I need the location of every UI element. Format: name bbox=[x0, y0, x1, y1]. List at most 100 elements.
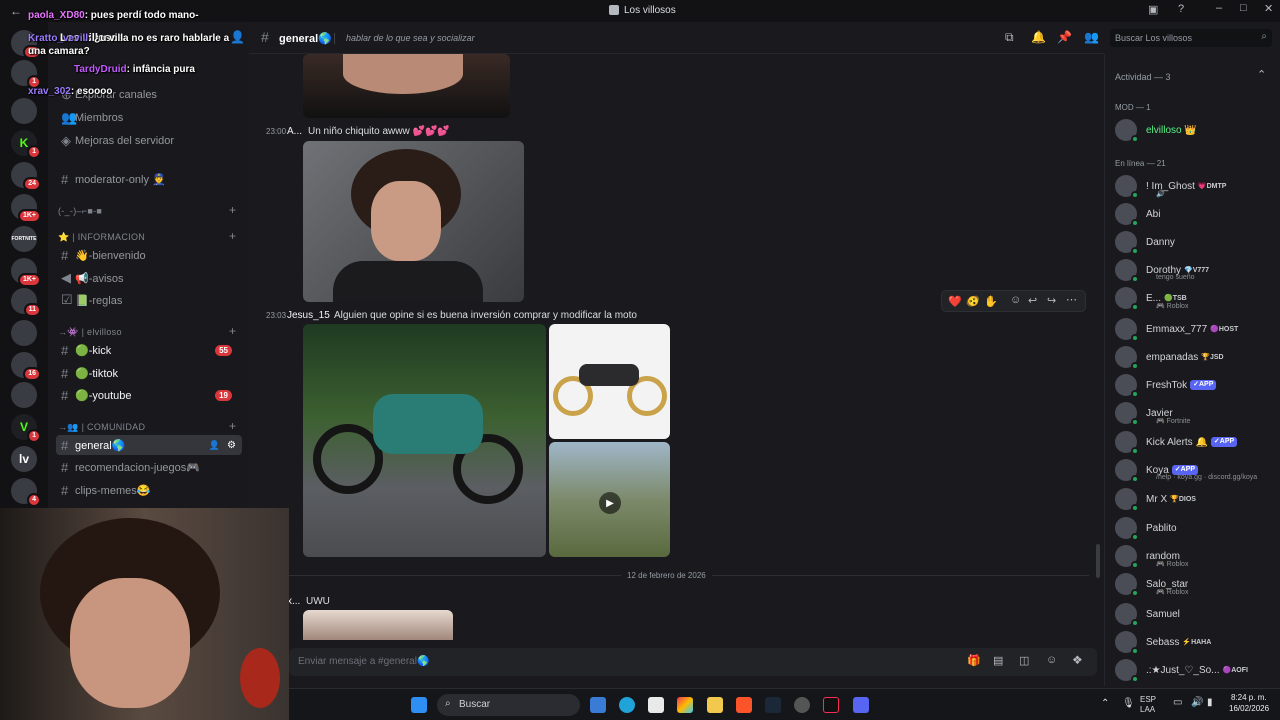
member-item[interactable]: Kick Alerts 🔔 ✓APP bbox=[1115, 429, 1280, 455]
member-item[interactable]: elvilloso 👑 bbox=[1115, 117, 1280, 143]
category-comunidad[interactable]: →👥 | COMUNIDAD bbox=[58, 422, 145, 433]
server-icon[interactable]: V1 bbox=[11, 414, 41, 443]
message-author[interactable]: Jesus_15 bbox=[287, 310, 330, 321]
message-image-moto-white[interactable] bbox=[549, 324, 670, 439]
category-elvilloso[interactable]: →👾 | elvilloso bbox=[58, 327, 122, 338]
reply-icon[interactable]: ↩ bbox=[1028, 294, 1037, 307]
server-icon[interactable]: K1 bbox=[11, 130, 41, 159]
maximize-icon[interactable]: □ bbox=[1240, 2, 1247, 14]
server-icon[interactable]: 4 bbox=[11, 478, 41, 507]
brave-icon[interactable] bbox=[736, 697, 752, 713]
server-icon[interactable] bbox=[11, 382, 37, 408]
channel-reglas[interactable]: ☑ 📗-reglas bbox=[56, 290, 242, 310]
category-header[interactable]: (-_-)–⌐■-■ bbox=[58, 206, 102, 216]
reaction-heart[interactable]: ❤️ bbox=[948, 295, 962, 308]
member-item[interactable]: Mr X 🏆DIOS bbox=[1115, 486, 1280, 512]
member-item[interactable]: .:★Just_♡_So... 🟣AOFI bbox=[1115, 657, 1280, 683]
office-icon[interactable] bbox=[677, 697, 693, 713]
channel-clips-memes[interactable]: # clips-memes😂 bbox=[56, 480, 242, 500]
gif-icon[interactable]: ▤ bbox=[993, 654, 1003, 667]
server-icon[interactable]: 16 bbox=[11, 352, 41, 381]
nav-server-boost[interactable]: ◈ Mejoras del servidor bbox=[56, 131, 242, 151]
scrollbar-thumb[interactable] bbox=[1096, 544, 1100, 578]
server-icon[interactable]: 11 bbox=[11, 288, 41, 317]
message-composer[interactable]: Enviar mensaje a #general🌎 🎁 ▤ ◫ ☺ ❖ bbox=[289, 648, 1097, 676]
edge-icon[interactable] bbox=[619, 697, 635, 713]
help-icon[interactable]: ? bbox=[1178, 3, 1184, 15]
members-list-icon[interactable]: 👥 bbox=[1084, 30, 1099, 44]
server-icon[interactable] bbox=[11, 320, 37, 346]
member-item[interactable]: FreshTok ✓APP bbox=[1115, 372, 1280, 398]
message-author[interactable]: A... bbox=[287, 126, 302, 137]
member-item[interactable]: Sebass ⚡HAHA bbox=[1115, 629, 1280, 655]
member-item[interactable]: Javier 🎮 Fortnite bbox=[1115, 400, 1280, 426]
folder-icon[interactable] bbox=[707, 697, 723, 713]
nav-members[interactable]: 👥 Miembros bbox=[56, 108, 242, 128]
server-icon[interactable]: 1K+ bbox=[11, 194, 41, 223]
add-channel-icon[interactable]: + bbox=[229, 324, 236, 338]
member-item[interactable]: random 🎮 Roblox bbox=[1115, 543, 1280, 569]
volume-icon[interactable]: 🔊 bbox=[1191, 697, 1203, 708]
channel-topic[interactable]: hablar de lo que sea y socializar bbox=[346, 33, 475, 43]
channel-bienvenido[interactable]: # 👋-bienvenido bbox=[56, 245, 242, 265]
member-item[interactable]: empanadas 🏆JSD bbox=[1115, 344, 1280, 370]
server-icon[interactable]: lv bbox=[11, 446, 37, 472]
bell-icon[interactable]: 🔔 bbox=[1031, 30, 1046, 44]
channel-avisos[interactable]: ◀ 📢-avisos bbox=[56, 268, 242, 288]
mic-icon[interactable]: 🎙 bbox=[1122, 698, 1135, 709]
message-image-boy[interactable] bbox=[303, 141, 524, 302]
channel-general[interactable]: # general🌎 👤 ⚙ bbox=[56, 435, 242, 455]
add-channel-icon[interactable]: + bbox=[229, 419, 236, 433]
channel-tiktok[interactable]: # 🟢-tiktok bbox=[56, 363, 242, 383]
add-channel-icon[interactable]: + bbox=[229, 203, 236, 217]
server-icon[interactable]: 1K+ bbox=[11, 258, 41, 287]
channel-youtube[interactable]: # 🟢-youtube 19 bbox=[56, 385, 242, 405]
more-icon[interactable]: ⋯ bbox=[1066, 293, 1077, 306]
tray-chevron-icon[interactable]: ⌃ bbox=[1101, 698, 1109, 709]
battery-icon[interactable]: ▮ bbox=[1207, 697, 1213, 708]
emoji-icon[interactable]: ☺ bbox=[1046, 654, 1057, 666]
message-author[interactable]: x... bbox=[287, 596, 300, 607]
store-icon[interactable] bbox=[648, 697, 664, 713]
channel-kick[interactable]: # 🟢-kick 55 bbox=[56, 340, 242, 360]
close-icon[interactable]: ✕ bbox=[1264, 2, 1273, 15]
discord-icon[interactable] bbox=[853, 697, 869, 713]
threads-icon[interactable]: ⧉ bbox=[1005, 30, 1014, 45]
member-item[interactable]: Koya ✓APP/help · koya.gg · discord.gg/koy… bbox=[1115, 457, 1280, 483]
network-icon[interactable]: ▭ bbox=[1173, 697, 1182, 708]
message-image-bottom[interactable] bbox=[303, 610, 453, 640]
message-image-motorcycle[interactable] bbox=[303, 324, 546, 557]
settings-gear-icon[interactable]: ⚙ bbox=[227, 440, 236, 451]
member-item[interactable]: Dorothy 💎V777 tengo sueño bbox=[1115, 257, 1280, 283]
category-informacion[interactable]: ⭐ | INFORMACION bbox=[58, 232, 145, 243]
gift-icon[interactable]: 🎁 bbox=[967, 654, 981, 667]
clock-date[interactable]: 16/02/2026 bbox=[1229, 704, 1269, 713]
reaction-shaking[interactable]: 🫨 bbox=[966, 295, 980, 308]
play-icon[interactable]: ▶ bbox=[599, 492, 621, 514]
search-input[interactable]: Buscar Los villosos ⌕ bbox=[1110, 29, 1272, 47]
member-item[interactable]: Samuel bbox=[1115, 601, 1280, 627]
clock-time[interactable]: 8:24 p. m. bbox=[1231, 693, 1267, 702]
member-item[interactable]: Emmaxx_777 🟣HOST bbox=[1115, 316, 1280, 342]
windows-start-icon[interactable] bbox=[411, 697, 427, 713]
message-image-top[interactable] bbox=[303, 54, 510, 118]
add-reaction-icon[interactable]: ☺ bbox=[1010, 294, 1021, 306]
taskbar-search[interactable]: ⌕ Buscar bbox=[437, 694, 580, 716]
add-channel-icon[interactable]: + bbox=[229, 229, 236, 243]
member-item[interactable]: Salo_star 🎮 Roblox bbox=[1115, 571, 1280, 597]
channel-recomendacion-juegos[interactable]: # recomendacion-juegos🎮 bbox=[56, 457, 242, 477]
message-image-video[interactable]: ▶ bbox=[549, 442, 670, 557]
member-item[interactable]: Danny bbox=[1115, 229, 1280, 255]
tiktok-icon[interactable] bbox=[823, 697, 839, 713]
invite-member-icon[interactable]: 👤 bbox=[209, 440, 220, 451]
pin-icon[interactable]: 📌 bbox=[1057, 30, 1072, 44]
activity-header[interactable]: Actividad — 3 bbox=[1115, 72, 1171, 82]
chevron-up-icon[interactable]: ⌃ bbox=[1257, 68, 1266, 81]
member-item[interactable]: Pablito bbox=[1115, 515, 1280, 541]
member-item[interactable]: E... 🟢TSB 🎮 Roblox bbox=[1115, 285, 1280, 311]
server-icon[interactable]: 24 bbox=[11, 162, 41, 191]
obs-icon[interactable] bbox=[794, 697, 810, 713]
member-item[interactable]: Abi bbox=[1115, 201, 1280, 227]
inbox-icon[interactable]: ▣ bbox=[1148, 3, 1158, 16]
minimize-icon[interactable]: – bbox=[1216, 2, 1222, 14]
